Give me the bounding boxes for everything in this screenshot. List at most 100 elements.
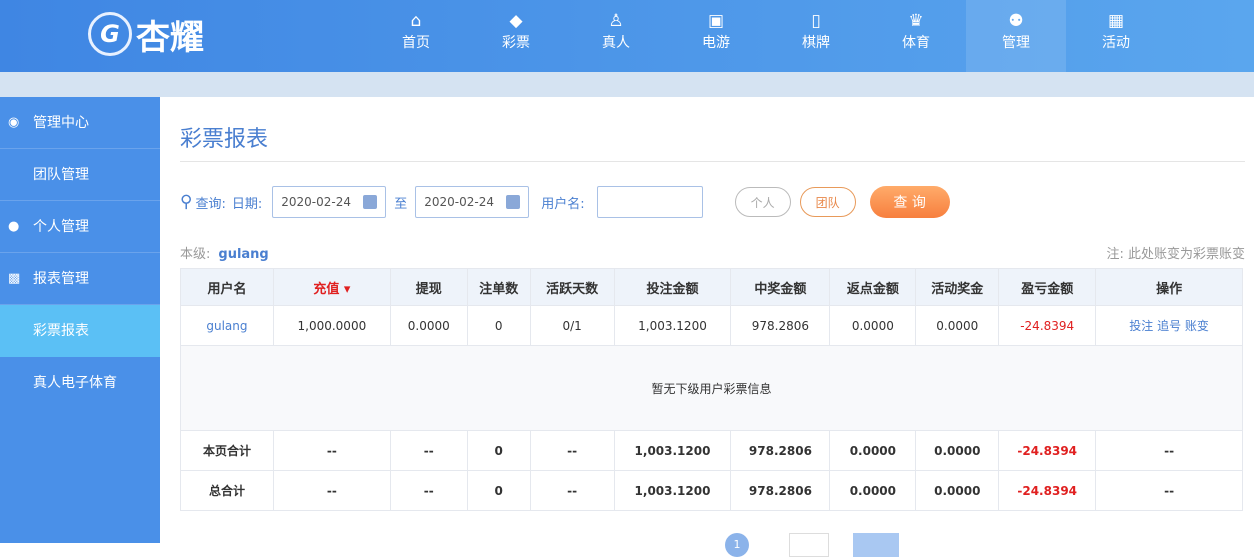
cell: -24.8394 — [998, 430, 1097, 471]
trophy-icon: ♛ — [908, 11, 924, 31]
cell: -24.8394 — [998, 305, 1097, 346]
query-button[interactable]: 查 询 — [869, 186, 950, 218]
cell: 0.0000 — [915, 430, 1000, 471]
table-row: gulang 1,000.0000 0.0000 0 0/1 1,003.120… — [180, 305, 1243, 346]
cell: 978.2806 — [730, 305, 831, 346]
cell: -- — [272, 430, 391, 471]
slot-icon: ▣ — [707, 11, 725, 31]
sidebar-item-lottery-report[interactable]: 彩票报表 — [0, 305, 160, 357]
nav-live[interactable]: ♙ 真人 — [566, 0, 666, 72]
grand-total-row: 总合计 -- -- 0 -- 1,003.1200 978.2806 0.0000 0.0000… — [180, 470, 1243, 511]
nav-home[interactable]: ⌂ 首页 — [366, 0, 466, 72]
table-header: 用户名 充值 ▾ 提现 注单数 活跃天数 投注金额 中奖金额 返点金额 活动奖金… — [180, 268, 1243, 306]
page-go-button[interactable] — [853, 533, 899, 557]
cell: 本页合计 — [180, 430, 274, 471]
personal-button[interactable]: 个人 — [734, 187, 791, 217]
report-table: 用户名 充值 ▾ 提现 注单数 活跃天数 投注金额 中奖金额 返点金额 活动奖金… — [180, 268, 1243, 511]
col-withdraw: 提现 — [389, 268, 468, 306]
calendar-icon[interactable] — [363, 195, 378, 209]
col-bonus: 活动奖金 — [915, 268, 1000, 306]
cell: 1,000.0000 — [272, 305, 391, 346]
cell: 0.0000 — [829, 430, 917, 471]
cell: 1,003.1200 — [613, 305, 732, 346]
card-icon: ▯ — [811, 11, 821, 31]
nav-slots[interactable]: ▣ 电游 — [666, 0, 766, 72]
team-button[interactable]: 团队 — [799, 187, 856, 217]
nav-manage[interactable]: ⚉ 管理 — [966, 0, 1066, 72]
cell: 0.0000 — [829, 305, 917, 346]
cell: 0 — [466, 470, 531, 511]
cell: 0.0000 — [389, 305, 468, 346]
cell: -- — [529, 470, 615, 511]
cell: 1,003.1200 — [613, 430, 732, 471]
page-total-row: 本页合计 -- -- 0 -- 1,003.1200 978.2806 0.0000 0.000… — [180, 430, 1243, 471]
col-win: 中奖金额 — [730, 268, 831, 306]
empty-row: 暂无下级用户彩票信息 — [180, 345, 1243, 431]
col-active-days: 活跃天数 — [529, 268, 615, 306]
dealer-icon: ♙ — [608, 11, 624, 31]
cell: 0 — [466, 430, 531, 471]
cell: 0 — [466, 305, 531, 346]
col-orders: 注单数 — [466, 268, 531, 306]
home-icon: ⌂ — [410, 11, 422, 31]
cell: 0.0000 — [829, 470, 917, 511]
cell: -- — [529, 430, 615, 471]
sidebar-item-reports[interactable]: ▩ 报表管理 — [0, 253, 160, 305]
col-rebate: 返点金额 — [829, 268, 917, 306]
ticket-icon: ◆ — [509, 11, 523, 31]
calendar-icon[interactable] — [506, 195, 521, 209]
cell: 1,003.1200 — [613, 470, 732, 511]
current-level: 本级: gulang — [180, 247, 269, 262]
cell: 978.2806 — [730, 430, 831, 471]
bet-link[interactable]: 投注 — [1129, 319, 1153, 333]
nav-sports[interactable]: ♛ 体育 — [866, 0, 966, 72]
users-icon: ◉ — [8, 115, 20, 130]
username-input[interactable] — [596, 186, 703, 218]
page-title: 彩票报表 — [180, 127, 269, 152]
transactions-link[interactable]: 账变 — [1185, 319, 1209, 333]
col-actions: 操作 — [1095, 268, 1243, 306]
nav-cards[interactable]: ▯ 棋牌 — [766, 0, 866, 72]
divider — [180, 161, 1245, 162]
sidebar-item-manage-center[interactable]: ◉ 管理中心 — [0, 97, 160, 149]
cell: -- — [1095, 430, 1243, 471]
page-jump-input[interactable] — [789, 533, 829, 557]
cell: 0.0000 — [915, 470, 1000, 511]
top-bar: G 杏耀 ⌂ 首页 ◆ 彩票 ♙ 真人 ▣ 电游 ▯ 棋牌 ♛ 体育 ⚉ 管理 ▦ 活动 — [0, 0, 1254, 72]
date-from-input[interactable]: 2020-02-24 — [272, 186, 387, 218]
pagination: 1 — [725, 533, 899, 557]
cell: -- — [389, 470, 468, 511]
sidebar-item-live-report[interactable]: 真人电子体育 — [0, 357, 160, 409]
col-profit: 盈亏金额 — [998, 268, 1097, 306]
cell: -- — [1095, 470, 1243, 511]
page-current[interactable]: 1 — [725, 533, 749, 557]
cell: -24.8394 — [998, 470, 1097, 511]
cell: 0.0000 — [915, 305, 1000, 346]
sort-down-icon[interactable]: ▾ — [344, 282, 351, 297]
sidebar-item-team[interactable]: 团队管理 — [0, 149, 160, 201]
chase-link[interactable]: 追号 — [1157, 319, 1181, 333]
col-username: 用户名 — [180, 268, 274, 306]
date-to-input[interactable]: 2020-02-24 — [415, 186, 530, 218]
gift-icon: ▦ — [1107, 11, 1125, 31]
users-icon: ⚉ — [1008, 11, 1024, 31]
cell: 0/1 — [529, 305, 615, 346]
sub-band — [0, 72, 1254, 97]
nav-lottery[interactable]: ◆ 彩票 — [466, 0, 566, 72]
logo[interactable]: G 杏耀 — [88, 4, 238, 64]
cell: -- — [389, 430, 468, 471]
main-nav: ⌂ 首页 ◆ 彩票 ♙ 真人 ▣ 电游 ▯ 棋牌 ♛ 体育 ⚉ 管理 ▦ 活动 — [366, 0, 1166, 72]
empty-message: 暂无下级用户彩票信息 — [180, 345, 1243, 431]
search-icon: ⚲ — [180, 192, 193, 212]
col-deposit[interactable]: 充值 ▾ — [272, 268, 391, 306]
cell: 978.2806 — [730, 470, 831, 511]
query-bar: ⚲ 查询: 日期: 2020-02-24 至 2020-02-24 用户名: 个… — [180, 185, 950, 219]
report-icon: ▩ — [8, 271, 21, 286]
cell: 总合计 — [180, 470, 274, 511]
nav-promo[interactable]: ▦ 活动 — [1066, 0, 1166, 72]
cell: -- — [272, 470, 391, 511]
username-link[interactable]: gulang — [180, 305, 274, 346]
sidebar: ◉ 管理中心 团队管理 ● 个人管理 ▩ 报表管理 彩票报表 真人电子体育 — [0, 97, 160, 543]
user-icon: ● — [8, 219, 20, 234]
sidebar-item-personal[interactable]: ● 个人管理 — [0, 201, 160, 253]
